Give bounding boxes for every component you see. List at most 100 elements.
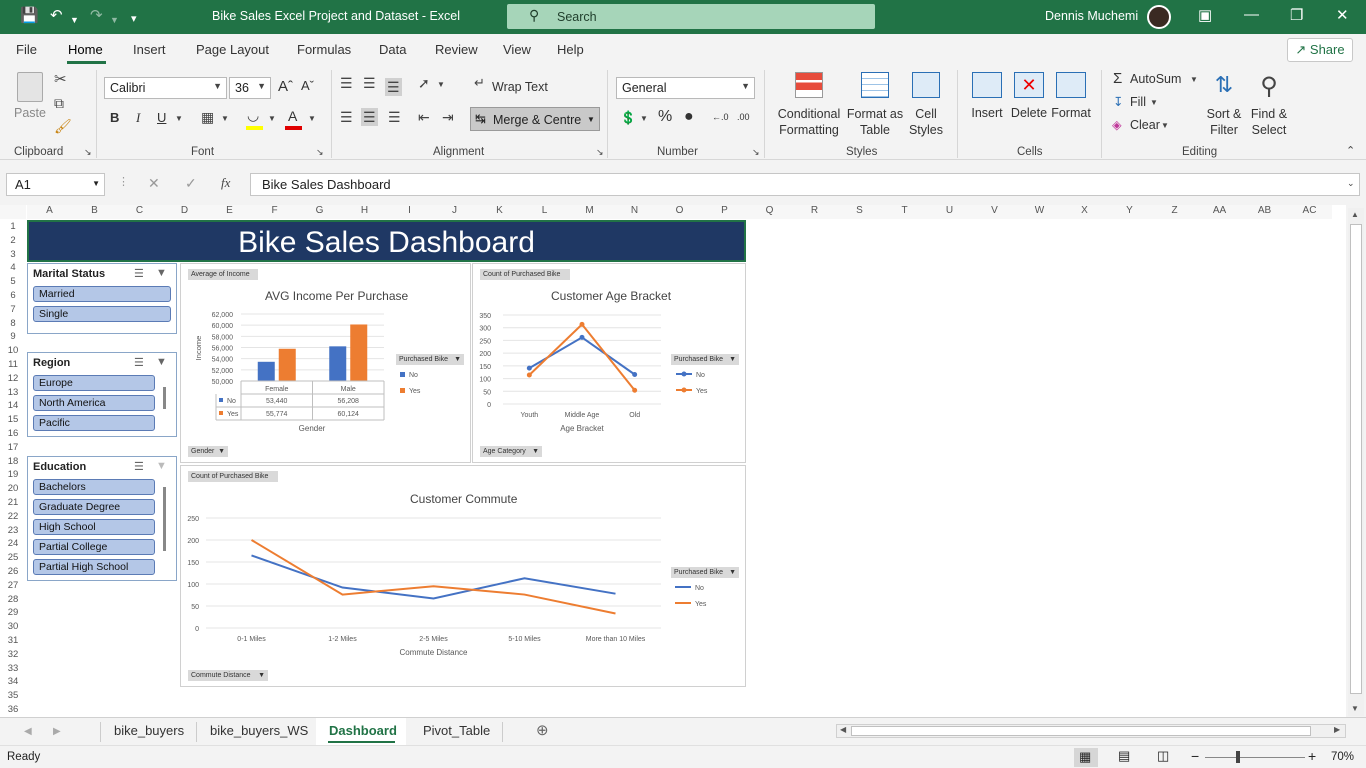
row-header-11[interactable]: 11 bbox=[0, 358, 26, 372]
scroll-thumb[interactable] bbox=[851, 726, 1311, 736]
row-header-8[interactable]: 8 bbox=[0, 317, 26, 331]
column-header-T[interactable]: T bbox=[882, 205, 927, 219]
dialog-launcher-icon[interactable]: ↘ bbox=[316, 148, 324, 157]
zoom-in-icon[interactable]: + bbox=[1308, 748, 1316, 764]
close-icon[interactable]: ✕ bbox=[1336, 6, 1349, 24]
decrease-font-icon[interactable]: Aˇ bbox=[301, 78, 314, 93]
copy-icon[interactable]: ⧉ bbox=[54, 96, 64, 110]
zoom-slider[interactable] bbox=[1205, 757, 1305, 758]
column-header-S[interactable]: S bbox=[837, 205, 882, 219]
restore-icon[interactable]: ❐ bbox=[1290, 6, 1303, 24]
redo-icon[interactable]: ↷ bbox=[90, 7, 103, 25]
slicer-region[interactable]: Region ☰ ▼ Europe North America Pacific bbox=[27, 352, 177, 437]
column-header-AB[interactable]: AB bbox=[1242, 205, 1287, 219]
page-break-view-icon[interactable]: ◫ bbox=[1157, 748, 1169, 764]
slicer-item[interactable]: Bachelors bbox=[33, 479, 155, 495]
row-header-32[interactable]: 32 bbox=[0, 648, 26, 662]
borders-icon[interactable]: ▦ bbox=[201, 110, 214, 124]
undo-icon[interactable]: ↶ bbox=[50, 7, 63, 25]
comma-icon[interactable]: ● bbox=[684, 108, 694, 126]
italic-button[interactable]: I bbox=[136, 110, 140, 126]
scroll-up-icon[interactable]: ▲ bbox=[1351, 210, 1359, 219]
row-header-27[interactable]: 27 bbox=[0, 579, 26, 593]
row-header-14[interactable]: 14 bbox=[0, 399, 26, 413]
chevron-down-icon[interactable]: ▼ bbox=[437, 81, 445, 89]
align-middle-icon[interactable]: ☰ bbox=[363, 76, 376, 90]
column-header-AA[interactable]: AA bbox=[1197, 205, 1242, 219]
column-header-Y[interactable]: Y bbox=[1107, 205, 1152, 219]
minimize-icon[interactable]: — bbox=[1244, 6, 1259, 23]
customize-qat-icon[interactable]: ▾ bbox=[131, 10, 137, 28]
slicer-item[interactable]: Europe bbox=[33, 375, 155, 391]
chevron-down-icon[interactable]: ▼ bbox=[1190, 76, 1198, 84]
row-header-23[interactable]: 23 bbox=[0, 524, 26, 538]
align-bottom-icon[interactable]: ☰ bbox=[385, 78, 402, 96]
enter-icon[interactable]: ✓ bbox=[185, 176, 197, 190]
slicer-scrollbar[interactable] bbox=[163, 487, 166, 551]
zoom-out-icon[interactable]: − bbox=[1191, 748, 1199, 764]
decrease-decimal-icon[interactable]: .00 bbox=[737, 112, 750, 122]
slicer-item[interactable]: Partial High School bbox=[33, 559, 155, 575]
legend-field-button[interactable]: Purchased Bike ▼ bbox=[671, 354, 739, 365]
font-size-combo[interactable]: 36 ▼ bbox=[229, 77, 271, 99]
column-header-L[interactable]: L bbox=[522, 205, 567, 219]
row-header-26[interactable]: 26 bbox=[0, 565, 26, 579]
cell-styles-button[interactable]: Cell Styles bbox=[904, 72, 948, 138]
dashboard-title[interactable]: Bike Sales Dashboard bbox=[27, 220, 746, 262]
chevron-down-icon[interactable]: ▼ bbox=[1161, 122, 1169, 130]
tab-page-layout[interactable]: Page Layout bbox=[196, 42, 269, 57]
tab-review[interactable]: Review bbox=[435, 42, 478, 57]
column-header-A[interactable]: A bbox=[27, 205, 72, 219]
column-header-F[interactable]: F bbox=[252, 205, 297, 219]
slicer-item[interactable]: Married bbox=[33, 286, 171, 302]
row-header-9[interactable]: 9 bbox=[0, 330, 26, 344]
wrap-text-button[interactable]: Wrap Text bbox=[492, 80, 548, 94]
row-header-6[interactable]: 6 bbox=[0, 289, 26, 303]
format-cells-button[interactable]: Format bbox=[1050, 72, 1092, 120]
format-as-table-button[interactable]: Format as Table bbox=[846, 72, 904, 138]
find-select-button[interactable]: ⚲ Find & Select bbox=[1246, 72, 1292, 138]
fill-button[interactable]: Fill bbox=[1130, 95, 1146, 109]
next-sheet-icon[interactable]: ▶ bbox=[53, 726, 61, 737]
row-header-15[interactable]: 15 bbox=[0, 413, 26, 427]
multi-select-icon[interactable]: ☰ bbox=[134, 460, 144, 473]
column-header-Z[interactable]: Z bbox=[1152, 205, 1197, 219]
chevron-down-icon[interactable]: ▼ bbox=[268, 115, 276, 123]
increase-indent-icon[interactable]: ⇥ bbox=[442, 110, 454, 124]
underline-button[interactable]: U bbox=[157, 110, 166, 125]
paste-button[interactable]: Paste bbox=[12, 70, 48, 140]
row-header-36[interactable]: 36 bbox=[0, 703, 26, 717]
tab-insert[interactable]: Insert bbox=[133, 42, 166, 57]
chevron-down-icon[interactable]: ▼ bbox=[640, 115, 648, 123]
row-header-31[interactable]: 31 bbox=[0, 634, 26, 648]
legend-field-button[interactable]: Purchased Bike ▼ bbox=[396, 354, 464, 365]
column-header-E[interactable]: E bbox=[207, 205, 252, 219]
column-header-C[interactable]: C bbox=[117, 205, 162, 219]
multi-select-icon[interactable]: ☰ bbox=[134, 356, 144, 369]
row-header-29[interactable]: 29 bbox=[0, 606, 26, 620]
slicer-item[interactable]: High School bbox=[33, 519, 155, 535]
dialog-launcher-icon[interactable]: ↘ bbox=[596, 148, 604, 157]
eraser-icon[interactable]: ◈ bbox=[1112, 117, 1122, 132]
column-header-V[interactable]: V bbox=[972, 205, 1017, 219]
cut-icon[interactable]: ✂ bbox=[54, 72, 67, 87]
fill-color-icon[interactable]: ◡ bbox=[247, 108, 259, 122]
column-header-P[interactable]: P bbox=[702, 205, 747, 219]
autosum-icon[interactable]: Σ bbox=[1113, 70, 1122, 87]
column-header-U[interactable]: U bbox=[927, 205, 972, 219]
chevron-down-icon[interactable]: ▼ bbox=[221, 115, 229, 123]
slicer-item[interactable]: Partial College bbox=[33, 539, 155, 555]
chevron-down-icon[interactable]: ▼ bbox=[175, 115, 183, 123]
column-header-J[interactable]: J bbox=[432, 205, 477, 219]
align-left-icon[interactable]: ☰ bbox=[340, 110, 353, 124]
number-format-combo[interactable]: General ▼ bbox=[616, 77, 755, 99]
ribbon-display-icon[interactable]: ▣ bbox=[1198, 6, 1212, 24]
axis-field-button[interactable]: Age Category ▼ bbox=[480, 446, 542, 457]
row-header-30[interactable]: 30 bbox=[0, 620, 26, 634]
scroll-down-icon[interactable]: ▼ bbox=[1351, 704, 1359, 713]
delete-cells-button[interactable]: ✕ Delete bbox=[1009, 72, 1049, 120]
legend-field-button[interactable]: Purchased Bike ▼ bbox=[671, 567, 739, 578]
formula-input[interactable]: Bike Sales Dashboard bbox=[250, 173, 1360, 196]
scroll-right-icon[interactable]: ▶ bbox=[1334, 725, 1340, 734]
column-header-K[interactable]: K bbox=[477, 205, 522, 219]
